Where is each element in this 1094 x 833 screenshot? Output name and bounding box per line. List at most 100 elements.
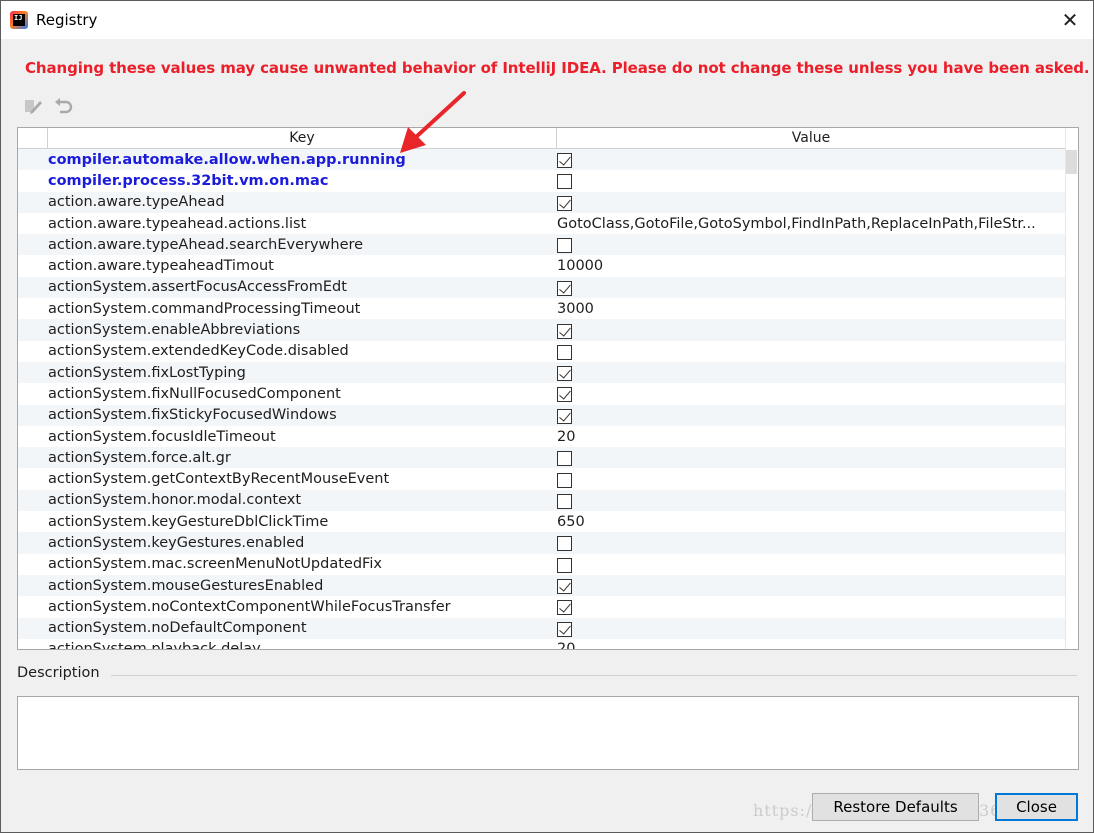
row-value-text[interactable]: 20 — [557, 641, 1066, 649]
row-key: actionSystem.force.alt.gr — [48, 449, 231, 466]
table-row[interactable]: actionSystem.enableAbbreviations — [18, 319, 1066, 341]
row-value — [557, 236, 1066, 254]
table-row[interactable]: actionSystem.commandProcessingTimeout 300… — [18, 298, 1066, 319]
row-value — [557, 556, 1066, 573]
table-row[interactable]: compiler.automake.allow.when.app.running — [18, 149, 1066, 171]
row-value — [557, 534, 1066, 552]
row-value-checkbox[interactable] — [557, 536, 572, 552]
description-box — [17, 696, 1079, 770]
row-value — [557, 279, 1066, 296]
edit-pencil-icon[interactable] — [23, 96, 43, 116]
table-row[interactable]: actionSystem.noDefaultComponent — [18, 617, 1066, 639]
warning-text: Changing these values may cause unwanted… — [25, 59, 1090, 77]
close-button[interactable]: Close — [995, 793, 1078, 821]
table-row[interactable]: actionSystem.keyGestureDblClickTime 650 — [18, 511, 1066, 532]
table-row[interactable]: action.aware.typeaheadTimout 10000 — [18, 255, 1066, 276]
table-row[interactable]: action.aware.typeAhead — [18, 191, 1066, 213]
warning-banner: Changing these values may cause unwanted… — [15, 48, 1090, 88]
row-key: action.aware.typeaheadTimout — [48, 258, 274, 275]
row-value — [557, 620, 1066, 637]
row-value — [557, 471, 1066, 488]
row-value-checkbox[interactable] — [557, 387, 572, 403]
row-value — [557, 449, 1066, 467]
row-key: actionSystem.honor.modal.context — [48, 492, 302, 509]
row-value — [557, 151, 1066, 169]
row-value-text[interactable]: GotoClass,GotoFile,GotoSymbol,FindInPath… — [557, 216, 1066, 232]
window-title: Registry — [36, 11, 98, 29]
registry-dialog: IJ Registry ✕ Changing these values may … — [0, 0, 1094, 833]
row-value-checkbox[interactable] — [557, 323, 572, 339]
table-row[interactable]: actionSystem.honor.modal.context — [18, 489, 1066, 512]
table-row[interactable]: actionSystem.extendedKeyCode.disabled — [18, 341, 1066, 362]
row-value-text[interactable]: 20 — [557, 429, 1066, 445]
row-key: actionSystem.mac.screenMenuNotUpdatedFix — [48, 556, 382, 573]
row-value — [557, 577, 1066, 595]
row-value-checkbox[interactable] — [557, 557, 572, 573]
row-value-text[interactable]: 650 — [557, 514, 1066, 530]
table-row[interactable]: action.aware.typeahead.actions.list GotoC… — [18, 213, 1066, 234]
row-value-checkbox[interactable] — [557, 174, 572, 190]
registry-table: Key Value compiler.automake.allow.when.a… — [17, 127, 1079, 650]
row-value-checkbox[interactable] — [557, 408, 572, 424]
row-value-checkbox[interactable] — [557, 493, 572, 509]
row-key: actionSystem.focusIdleTimeout — [48, 428, 276, 445]
row-value — [557, 322, 1066, 339]
column-header-key[interactable]: Key — [48, 128, 557, 148]
row-value-checkbox[interactable] — [557, 153, 572, 169]
description-separator — [111, 675, 1077, 676]
row-value — [557, 407, 1066, 424]
row-key: action.aware.typeAhead — [48, 194, 225, 211]
row-value — [557, 385, 1066, 403]
row-value-checkbox[interactable] — [557, 280, 572, 296]
row-key: actionSystem.assertFocusAccessFromEdt — [48, 279, 347, 296]
vertical-scrollbar[interactable] — [1065, 128, 1078, 649]
row-value-text[interactable]: 3000 — [557, 301, 1066, 317]
revert-undo-icon[interactable] — [53, 96, 73, 116]
restore-defaults-button[interactable]: Restore Defaults — [812, 793, 979, 821]
title-bar: IJ Registry ✕ — [1, 1, 1093, 39]
scrollbar-thumb[interactable] — [1066, 150, 1077, 174]
row-value-checkbox[interactable] — [557, 472, 572, 488]
table-row[interactable]: actionSystem.noContextComponentWhileFocu… — [18, 596, 1066, 617]
row-key: actionSystem.extendedKeyCode.disabled — [48, 343, 349, 360]
table-row[interactable]: actionSystem.fixStickyFocusedWindows — [18, 404, 1066, 426]
row-key: actionSystem.fixStickyFocusedWindows — [48, 407, 337, 424]
row-value — [557, 598, 1066, 616]
toolbar — [23, 94, 73, 118]
row-value — [557, 172, 1066, 190]
table-row[interactable]: actionSystem.focusIdleTimeout 20 — [18, 426, 1066, 447]
table-row[interactable]: actionSystem.fixLostTyping — [18, 361, 1066, 384]
row-value-checkbox[interactable] — [557, 366, 572, 382]
table-row[interactable]: actionSystem.assertFocusAccessFromEdt — [18, 276, 1066, 299]
table-row[interactable]: actionSystem.fixNullFocusedComponent — [18, 383, 1066, 404]
table-row[interactable]: actionSystem.playback.delay 20 — [18, 639, 1066, 650]
row-value-checkbox[interactable] — [557, 579, 572, 595]
table-row[interactable]: actionSystem.mac.screenMenuNotUpdatedFix — [18, 554, 1066, 575]
table-row[interactable]: actionSystem.keyGestures.enabled — [18, 532, 1066, 554]
row-key: actionSystem.keyGestureDblClickTime — [48, 513, 329, 530]
row-value-checkbox[interactable] — [557, 600, 572, 616]
table-row[interactable]: actionSystem.force.alt.gr — [18, 447, 1066, 469]
row-value-text[interactable]: 10000 — [557, 258, 1066, 274]
table-row[interactable]: compiler.process.32bit.vm.on.mac — [18, 170, 1066, 191]
row-key: compiler.process.32bit.vm.on.mac — [48, 172, 329, 189]
close-icon[interactable]: ✕ — [1047, 1, 1093, 39]
table-row[interactable]: action.aware.typeAhead.searchEverywhere — [18, 234, 1066, 256]
row-value — [557, 364, 1066, 382]
table-header: Key Value — [18, 128, 1066, 149]
table-row[interactable]: actionSystem.mouseGesturesEnabled — [18, 574, 1066, 597]
row-key: actionSystem.keyGestures.enabled — [48, 534, 305, 551]
column-header-value[interactable]: Value — [557, 128, 1066, 148]
row-value-checkbox[interactable] — [557, 344, 572, 360]
intellij-idea-icon: IJ — [10, 11, 28, 29]
row-value-checkbox[interactable] — [557, 451, 572, 467]
row-value-checkbox[interactable] — [557, 238, 572, 254]
table-row[interactable]: actionSystem.getContextByRecentMouseEven… — [18, 468, 1066, 489]
row-value — [557, 194, 1066, 211]
row-key: actionSystem.commandProcessingTimeout — [48, 300, 361, 317]
row-key: actionSystem.fixLostTyping — [48, 364, 246, 381]
row-value-checkbox[interactable] — [557, 621, 572, 637]
row-key: actionSystem.playback.delay — [48, 641, 261, 650]
row-key: actionSystem.enableAbbreviations — [48, 322, 301, 339]
row-value-checkbox[interactable] — [557, 195, 572, 211]
